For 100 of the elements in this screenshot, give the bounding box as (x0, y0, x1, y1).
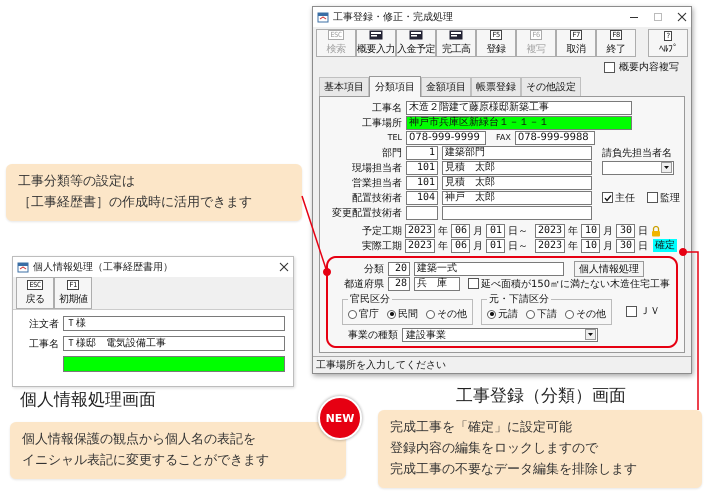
input-field[interactable]: 2023 (535, 224, 565, 238)
input-field[interactable] (442, 206, 592, 220)
radio-button[interactable] (426, 310, 435, 318)
input-field[interactable] (63, 356, 285, 372)
field-label: 現場担当者 (351, 162, 402, 174)
callout-text: 登録内容の編集をロックしますので (390, 440, 600, 458)
tab[interactable]: 金額項目 (421, 77, 471, 96)
field-label: 配置技術者 (351, 192, 402, 204)
date-unit-label: 月 (473, 240, 483, 252)
checkbox-label: 延べ面積が150㎡に満たない木造住宅工事 (481, 278, 670, 290)
callout-text: 工事分類等の設定は (18, 173, 136, 191)
input-field[interactable]: 見積 太郎 (442, 160, 592, 174)
checkbox[interactable] (604, 62, 615, 72)
tab[interactable]: 分類項目 (369, 76, 421, 97)
checkbox-label: 主任 (615, 192, 635, 204)
callout-text: ［工事経歴書］の作成時に活用できます (18, 194, 253, 212)
close-icon[interactable] (279, 262, 289, 272)
close-icon[interactable] (677, 12, 687, 22)
toolbar-button[interactable]: 入金予定 (396, 29, 436, 57)
field-label: FAX (496, 133, 511, 142)
input-field[interactable]: 06 (451, 238, 470, 252)
field-label: 営業担当者 (351, 176, 402, 190)
radio-button[interactable] (348, 310, 357, 318)
toolbar-button[interactable]: 完工高 (436, 29, 476, 57)
radio-button[interactable] (565, 310, 574, 318)
caret-icon (661, 162, 672, 173)
caption: 個人情報処理画面 (20, 390, 156, 410)
field-label: 請負先担当者名 (602, 146, 672, 160)
tab[interactable]: その他設定 (521, 77, 581, 96)
group-label: 元・下請区分 (488, 292, 550, 306)
dropdown[interactable] (602, 160, 674, 174)
checkbox[interactable] (468, 278, 479, 289)
radio-label: 元請 (498, 308, 518, 321)
radio-button[interactable] (387, 310, 396, 318)
input-field[interactable]: 神戸 太郎 (442, 190, 592, 204)
window-title: 工事登録・修正・完成処理 (333, 10, 453, 24)
input-field[interactable]: 06 (451, 224, 470, 238)
checkbox[interactable] (647, 192, 658, 203)
date-unit-label: 年 (438, 240, 448, 252)
window-title: 個人情報処理（工事経歴書用） (33, 260, 173, 274)
dropdown[interactable]: 建設事業 (402, 328, 598, 342)
new-badge: NEW (318, 396, 362, 440)
checkbox[interactable] (602, 192, 613, 203)
input-field[interactable]: Ｔ様 (63, 316, 285, 331)
checkbox-label: 概要内容複写 (619, 60, 679, 74)
personal-info-button[interactable]: 個人情報処理 (574, 260, 644, 276)
input-field[interactable]: 2023 (535, 238, 565, 252)
date-unit-label: 日 (638, 224, 648, 238)
input-field[interactable]: 01 (486, 224, 505, 238)
input-field[interactable]: 30 (616, 224, 635, 238)
input-field[interactable]: 神戸市兵庫区新緑台１－１－１ (406, 116, 632, 130)
radio-label: 官庁 (359, 308, 379, 321)
tab[interactable]: 帳票登録 (471, 77, 521, 96)
date-unit-label: 月 (603, 240, 613, 252)
input-field[interactable]: 見積 太郎 (442, 176, 592, 190)
toolbar-button[interactable]: 概要入力 (356, 29, 396, 57)
input-field[interactable]: 2023 (405, 224, 435, 238)
document-icon (409, 30, 423, 40)
input-field[interactable]: 建築部門 (442, 146, 592, 160)
field-label: 工事名 (371, 102, 402, 114)
input-field[interactable]: 078-999-9999 (406, 130, 486, 144)
field-label: TEL (386, 133, 402, 142)
document-icon (369, 30, 383, 40)
date-unit-label: 月 (603, 224, 613, 238)
input-field[interactable]: 101 (406, 160, 438, 174)
field-label: 実際工期 (361, 240, 402, 252)
input-field[interactable]: 兵 庫 (414, 276, 460, 290)
input-field[interactable]: 木造２階建て藤原様邸新築工事 (406, 100, 632, 114)
input-field[interactable]: 10 (581, 238, 600, 252)
field-label: 都道府県 (343, 278, 384, 290)
checkbox-label: 監理 (660, 192, 680, 204)
input-field[interactable]: Ｔ様邸 電気設備工事 (63, 336, 285, 351)
date-unit-label: 年 (438, 224, 448, 238)
date-unit-label: 年 (568, 224, 578, 238)
app-icon (317, 12, 329, 22)
field-label: 工事場所 (361, 116, 402, 130)
radio-button[interactable] (487, 310, 496, 318)
checkbox[interactable] (626, 306, 637, 316)
input-field[interactable]: 104 (406, 190, 438, 204)
input-field[interactable]: 建築一式 (414, 262, 564, 276)
input-field[interactable]: 078-999-9988 (514, 130, 595, 144)
field-label: 事業の種類 (347, 328, 398, 342)
input-field[interactable]: 20 (388, 262, 410, 276)
status-bar: 工事場所を入力してください (313, 356, 691, 373)
radio-button[interactable] (526, 310, 535, 318)
radio-label: その他 (437, 308, 467, 321)
input-field[interactable]: 101 (406, 176, 438, 190)
tab[interactable]: 基本項目 (319, 77, 369, 96)
input-field[interactable] (406, 206, 438, 220)
lock-icon (651, 224, 661, 236)
input-field[interactable]: 28 (388, 276, 410, 290)
input-field[interactable]: 30 (616, 238, 635, 252)
input-field[interactable]: 10 (581, 224, 600, 238)
app-icon (17, 262, 29, 272)
date-unit-label: 年 (568, 240, 578, 252)
checkbox-label: ＪＶ (640, 305, 660, 318)
input-field[interactable]: 1 (406, 146, 438, 160)
input-field[interactable]: 01 (486, 238, 505, 252)
input-field[interactable]: 2023 (405, 238, 435, 252)
radio-label: 下請 (537, 308, 557, 321)
